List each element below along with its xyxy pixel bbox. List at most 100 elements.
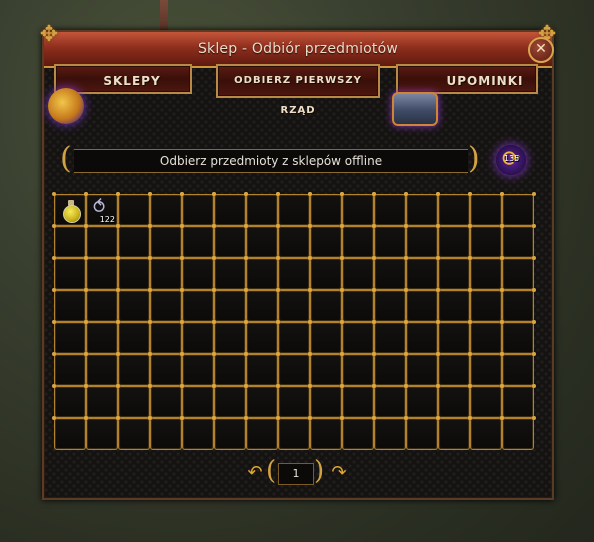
grid-slot[interactable]: [500, 192, 536, 226]
grid-slot[interactable]: [244, 352, 280, 386]
grid-slot[interactable]: [52, 416, 88, 450]
grid-slot[interactable]: [148, 384, 184, 418]
grid-slot[interactable]: [148, 352, 184, 386]
grid-slot[interactable]: [340, 256, 376, 290]
grid-slot[interactable]: [244, 256, 280, 290]
grid-slot[interactable]: [436, 256, 472, 290]
grid-slot[interactable]: [340, 416, 376, 450]
grid-slot[interactable]: [84, 256, 120, 290]
grid-slot[interactable]: [148, 416, 184, 450]
grid-slot[interactable]: [52, 320, 88, 354]
grid-slot[interactable]: [308, 320, 344, 354]
yellow-potion-icon[interactable]: [61, 200, 81, 223]
grid-slot[interactable]: [52, 352, 88, 386]
grid-slot[interactable]: [436, 352, 472, 386]
grid-slot[interactable]: [52, 256, 88, 290]
grid-slot[interactable]: [404, 384, 440, 418]
grid-slot[interactable]: [340, 288, 376, 322]
grid-slot[interactable]: [436, 416, 472, 450]
grid-slot[interactable]: [468, 384, 504, 418]
grid-slot[interactable]: [180, 352, 216, 386]
grid-slot[interactable]: [468, 192, 504, 226]
grid-slot[interactable]: [372, 416, 408, 450]
grid-slot[interactable]: [308, 192, 344, 226]
grid-slot[interactable]: [468, 288, 504, 322]
grid-slot[interactable]: [116, 224, 152, 258]
gifts-button[interactable]: UPOMINKI: [396, 64, 538, 94]
grid-slot[interactable]: [244, 192, 280, 226]
grid-slot[interactable]: [276, 384, 312, 418]
grid-slot[interactable]: [84, 224, 120, 258]
grid-slot[interactable]: [404, 288, 440, 322]
grid-slot[interactable]: [212, 384, 248, 418]
grid-slot[interactable]: [180, 416, 216, 450]
grid-slot[interactable]: [436, 384, 472, 418]
grid-slot[interactable]: [372, 320, 408, 354]
grid-slot[interactable]: [276, 224, 312, 258]
grid-slot[interactable]: [276, 192, 312, 226]
grid-slot[interactable]: [52, 288, 88, 322]
grid-slot[interactable]: [244, 320, 280, 354]
grid-slot[interactable]: [116, 256, 152, 290]
grid-slot[interactable]: [500, 384, 536, 418]
grid-slot[interactable]: [404, 192, 440, 226]
grid-slot[interactable]: [148, 256, 184, 290]
grid-slot[interactable]: [148, 320, 184, 354]
grid-slot[interactable]: [372, 384, 408, 418]
grid-slot[interactable]: [340, 384, 376, 418]
grid-slot[interactable]: [244, 288, 280, 322]
grid-slot[interactable]: [500, 416, 536, 450]
prev-page-button[interactable]: ↶: [244, 463, 266, 483]
grid-slot[interactable]: [500, 224, 536, 258]
grid-slot[interactable]: [212, 224, 248, 258]
grid-slot[interactable]: [468, 224, 504, 258]
grid-slot[interactable]: [468, 416, 504, 450]
grid-slot[interactable]: [212, 256, 248, 290]
grid-slot[interactable]: [116, 384, 152, 418]
grid-slot[interactable]: [372, 224, 408, 258]
grid-slot[interactable]: [116, 416, 152, 450]
grid-slot[interactable]: [436, 320, 472, 354]
grid-slot[interactable]: [308, 224, 344, 258]
grid-slot[interactable]: [276, 352, 312, 386]
grid-slot[interactable]: [116, 192, 152, 226]
grid-slot[interactable]: [436, 192, 472, 226]
grid-slot[interactable]: [180, 224, 216, 258]
grid-slot[interactable]: [500, 288, 536, 322]
grid-slot[interactable]: [340, 192, 376, 226]
grid-slot[interactable]: [180, 256, 216, 290]
grid-slot[interactable]: [404, 224, 440, 258]
page-number-field[interactable]: 1: [278, 463, 314, 485]
grid-slot[interactable]: [52, 224, 88, 258]
grid-slot[interactable]: [276, 416, 312, 450]
grid-slot[interactable]: [84, 384, 120, 418]
grid-slot[interactable]: [148, 192, 184, 226]
grid-slot[interactable]: [340, 352, 376, 386]
grid-slot[interactable]: [148, 288, 184, 322]
grid-slot[interactable]: [500, 320, 536, 354]
grid-slot[interactable]: [52, 192, 88, 226]
grid-slot[interactable]: [276, 256, 312, 290]
grid-slot[interactable]: [52, 384, 88, 418]
grid-slot[interactable]: [212, 352, 248, 386]
grid-slot[interactable]: [148, 224, 184, 258]
grid-slot[interactable]: [308, 288, 344, 322]
grid-slot[interactable]: [84, 352, 120, 386]
grid-slot[interactable]: ⥀ 122: [84, 192, 120, 226]
grid-slot[interactable]: [436, 224, 472, 258]
grid-slot[interactable]: [244, 224, 280, 258]
grid-slot[interactable]: [308, 352, 344, 386]
title-bar[interactable]: ✥ Sklep - Odbiór przedmiotów ✥ ✕: [40, 22, 556, 68]
grid-slot[interactable]: [468, 352, 504, 386]
grid-slot[interactable]: [180, 288, 216, 322]
grid-slot[interactable]: [372, 288, 408, 322]
grid-slot[interactable]: [340, 224, 376, 258]
close-button[interactable]: ✕: [528, 37, 554, 63]
grid-slot[interactable]: [436, 288, 472, 322]
grid-slot[interactable]: [180, 320, 216, 354]
grid-slot[interactable]: [212, 320, 248, 354]
grid-slot[interactable]: [308, 256, 344, 290]
grid-slot[interactable]: [244, 384, 280, 418]
grid-slot[interactable]: [180, 384, 216, 418]
grid-slot[interactable]: [372, 256, 408, 290]
